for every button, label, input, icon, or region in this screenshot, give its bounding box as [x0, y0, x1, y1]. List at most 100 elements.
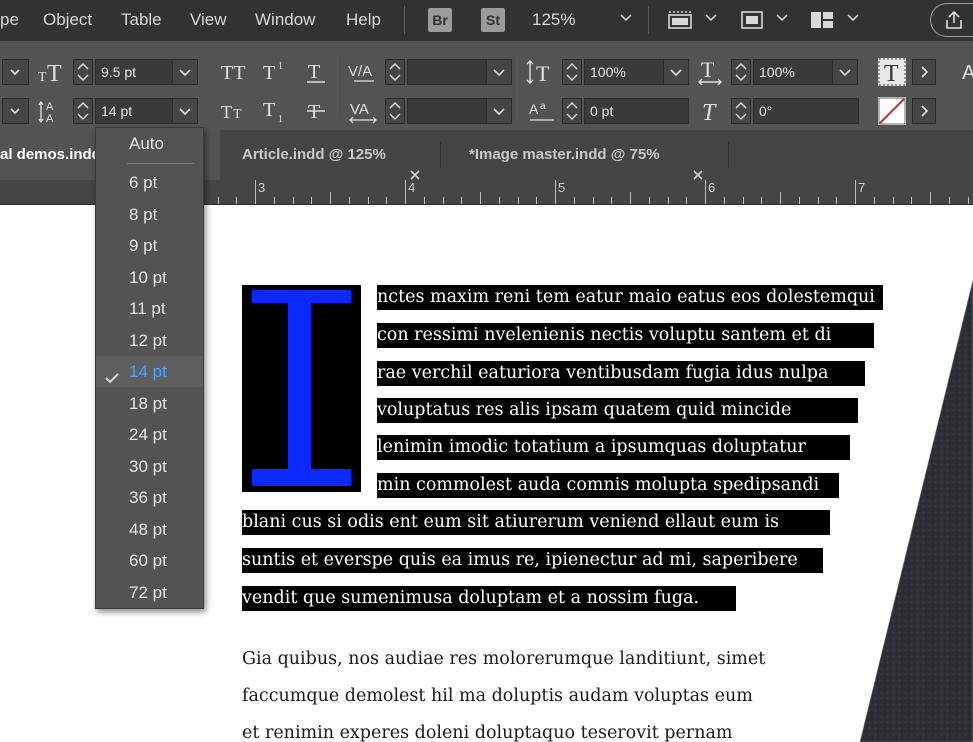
stroke-swatch[interactable] [878, 97, 906, 125]
horizontal-scale-stepper[interactable] [731, 59, 751, 85]
menu-help[interactable]: Help [346, 10, 381, 30]
tab-separator [440, 142, 441, 168]
menu-window[interactable]: Window [255, 10, 315, 30]
view-chevron-down-icon[interactable] [775, 13, 789, 26]
svg-text:TT: TT [221, 62, 245, 84]
svg-text:T: T [263, 99, 275, 121]
svg-text:1: 1 [278, 114, 283, 124]
underline-icon[interactable]: T [305, 59, 329, 90]
small-caps-icon[interactable]: TT [220, 98, 252, 129]
svg-text:V/A: V/A [348, 63, 372, 80]
menu-table[interactable]: Table [121, 10, 162, 30]
tab-label: Article.indd @ 125% [242, 146, 386, 163]
tab-article[interactable]: Article.indd @ 125% [222, 130, 440, 180]
share-button[interactable] [930, 3, 973, 37]
font-size-stepper[interactable] [73, 59, 93, 85]
leading-dropdown-button[interactable] [172, 98, 198, 124]
bridge-button[interactable]: Br [428, 8, 452, 32]
leading-option[interactable]: 11 pt [96, 293, 203, 324]
zoom-level[interactable]: 125% [532, 10, 575, 30]
selected-text-line[interactable]: rae verchil eaturiora ventibusdam fugia … [377, 361, 865, 386]
selected-text-line[interactable]: blani cus si odis ent eum sit atiurerum … [242, 510, 830, 535]
kerning-field[interactable] [407, 59, 487, 85]
horizontal-scale-dropdown-button[interactable] [832, 59, 858, 85]
svg-text:T: T [233, 107, 242, 122]
menu-object[interactable]: Object [43, 10, 92, 30]
svg-text:T: T [701, 59, 715, 82]
vertical-scale-stepper[interactable] [562, 59, 582, 85]
selected-text-line[interactable]: con ressimi nvelenienis nectis voluptu s… [377, 323, 874, 348]
fill-swatch-expand-button[interactable] [912, 59, 936, 85]
vertical-scale-dropdown-button[interactable] [663, 59, 689, 85]
baseline-shift-stepper[interactable] [562, 98, 582, 124]
skew-stepper[interactable] [731, 98, 751, 124]
svg-text:T: T [308, 61, 320, 83]
stroke-swatch-expand-button[interactable] [912, 98, 936, 124]
vertical-scale-field[interactable]: 100% [584, 59, 664, 85]
svg-text:A: A [46, 113, 54, 124]
fit-page-icon[interactable] [738, 8, 766, 37]
font-size-field[interactable]: 9.5 pt [95, 59, 173, 85]
leading-option[interactable]: 12 pt [96, 325, 203, 356]
kerning-stepper[interactable] [385, 59, 405, 85]
leading-option[interactable]: 8 pt [96, 199, 203, 230]
menu-bar: pe Object Table View Window Help Br St 1… [0, 0, 973, 41]
leading-option[interactable]: 36 pt [96, 482, 203, 513]
font-style-dropdown-button[interactable] [2, 59, 29, 85]
body-text-line[interactable]: Gia quibus, nos audiae res molorerumque … [242, 641, 765, 678]
leading-option[interactable]: 6 pt [96, 167, 203, 198]
leading-option[interactable]: 9 pt [96, 230, 203, 261]
baseline-shift-field[interactable]: 0 pt [584, 98, 689, 124]
zoom-chevron-down-icon[interactable] [619, 13, 633, 26]
font-family-dropdown-button[interactable] [2, 98, 29, 124]
skew-field[interactable]: 0° [753, 98, 859, 124]
arrange-chevron-down-icon[interactable] [846, 13, 860, 26]
tracking-dropdown-button[interactable] [486, 98, 512, 124]
leading-stepper[interactable] [73, 98, 93, 124]
menu-separator-2 [648, 6, 649, 34]
arrange-documents-icon[interactable] [808, 8, 836, 37]
selected-text-line[interactable]: nctes maxim reni tem eatur maio eatus eo… [377, 285, 883, 310]
horizontal-scale-icon: T [697, 57, 727, 90]
body-text-line[interactable]: et renimin experes doleni doluptaquo tes… [242, 715, 733, 742]
leading-option[interactable]: 30 pt [96, 451, 203, 482]
screen-mode-icon[interactable] [666, 8, 694, 37]
leading-option-auto[interactable]: Auto [96, 128, 203, 159]
tab-image-master[interactable]: *Image master.indd @ 75% [448, 130, 728, 180]
leading-option[interactable]: 24 pt [96, 419, 203, 450]
leading-option[interactable]: 72 pt [96, 577, 203, 608]
drop-cap-frame[interactable] [242, 285, 361, 492]
selected-text-line[interactable]: lenimin imodic totatium a ipsumquas dolu… [377, 435, 850, 460]
kerning-dropdown-button[interactable] [486, 59, 512, 85]
selected-text-line[interactable]: min commolest auda comnis molupta spedip… [377, 473, 839, 498]
selected-text-line[interactable]: vendit que sumenimusa doluptam et a noss… [242, 586, 736, 611]
tracking-stepper[interactable] [385, 98, 405, 124]
leading-field[interactable]: 14 pt [95, 98, 173, 124]
svg-text:T: T [38, 70, 47, 85]
panel-separator-2 [517, 55, 518, 119]
menu-view[interactable]: View [190, 10, 227, 30]
svg-text:A: A [962, 62, 973, 84]
all-caps-icon[interactable]: TT [220, 59, 252, 90]
skew-icon: T [700, 98, 728, 129]
tracking-field[interactable] [407, 98, 487, 124]
svg-text:T: T [263, 62, 275, 84]
leading-option[interactable]: 48 pt [96, 514, 203, 545]
vertical-scale-icon: T [526, 59, 558, 90]
superscript-icon[interactable]: T1 [262, 59, 292, 90]
leading-option[interactable]: 60 pt [96, 545, 203, 576]
strikethrough-icon[interactable]: T [305, 98, 329, 129]
horizontal-scale-field[interactable]: 100% [753, 59, 833, 85]
subscript-icon[interactable]: T1 [262, 98, 292, 129]
font-size-dropdown-button[interactable] [172, 59, 198, 85]
selected-text-line[interactable]: suntis et everspe quis ea imus re, ipien… [242, 548, 823, 573]
body-text-line[interactable]: faccumque demolest hil ma doluptis audam… [242, 678, 753, 715]
fill-text-swatch[interactable]: T [878, 58, 906, 87]
leading-option-selected[interactable]: 14 pt [96, 356, 203, 387]
leading-option[interactable]: 18 pt [96, 388, 203, 419]
selected-text-line[interactable]: voluptatus res alis ipsam quatem quid mi… [377, 398, 858, 423]
menu-type[interactable]: pe [0, 10, 19, 30]
stock-button[interactable]: St [481, 8, 505, 32]
leading-option[interactable]: 10 pt [96, 262, 203, 293]
screen-mode-chevron-down-icon[interactable] [704, 13, 718, 26]
